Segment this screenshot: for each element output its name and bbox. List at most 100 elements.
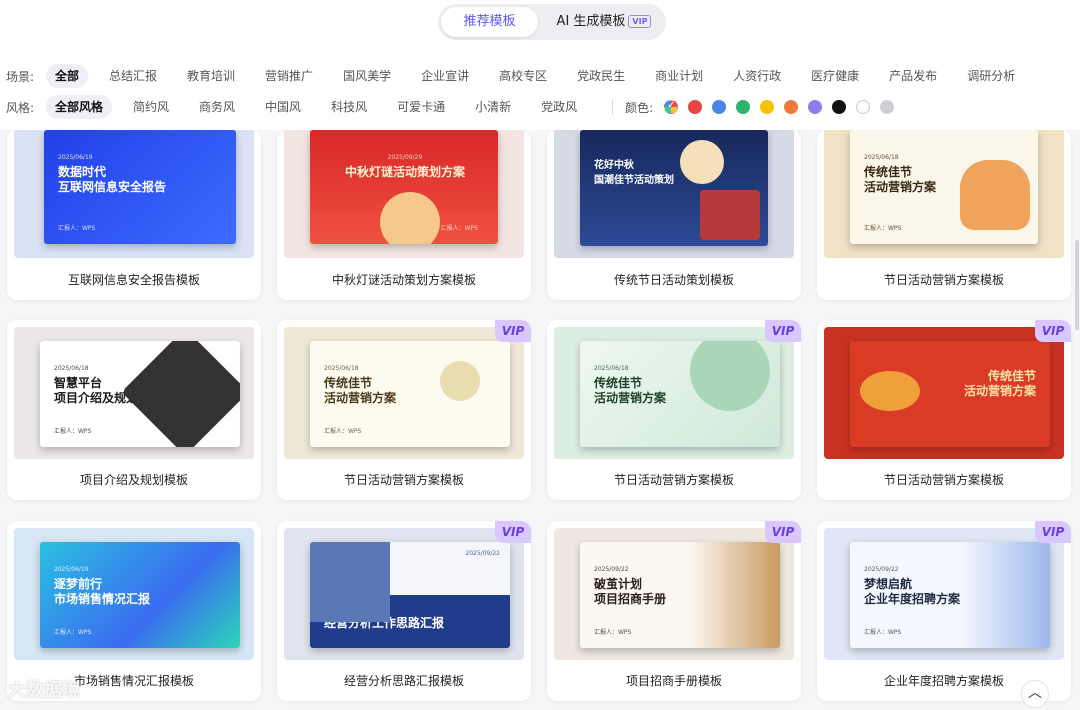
template-card[interactable]: 花好中秋 国潮佳节活动策划 传统节日活动策划模板 [547,130,801,300]
template-card[interactable]: 2025/06/19 数据时代 互联网信息安全报告 汇报人：WPS 互联网信息安… [7,130,261,300]
scene-chip[interactable]: 教育培训 [178,64,244,88]
color-swatch-black[interactable] [832,100,847,114]
template-title: 经营分析思路汇报模板 [343,674,464,688]
scene-chip[interactable]: 医疗健康 [802,64,868,88]
template-title: 项目招商手册模板 [625,674,722,688]
template-type-switch: 推荐模板 AI 生成模板 VIP [438,4,666,40]
slide-title: 数据时代 互联网信息安全报告 [58,165,167,194]
style-chip[interactable]: 小清新 [466,95,520,119]
slide-presenter: 汇报人：WPS [324,428,362,435]
tab-ai-generate[interactable]: AI 生成模板 VIP [546,7,662,37]
template-title: 互联网信息安全报告模板 [67,273,200,287]
template-card[interactable]: 2025/06/18 传统佳节 活动营销方案 汇报人：WPS 节日活动营销方案模… [817,130,1071,300]
style-chip[interactable]: 中国风 [256,95,310,119]
scene-chip[interactable]: 高校专区 [490,64,556,88]
scroll-to-top-button[interactable]: ︿ [1021,680,1049,708]
slide-presenter: 汇报人：WPS [594,629,632,636]
style-label: 风格: [6,100,35,115]
template-title: 节日活动营销方案模板 [883,473,1004,487]
bamboo-illustration [440,361,480,401]
style-chip[interactable]: 可爱卡通 [388,95,454,119]
scene-chip[interactable]: 总结汇报 [100,64,166,88]
page-scrollbar[interactable] [1075,240,1079,330]
scene-chip[interactable]: 企业宣讲 [412,64,478,88]
moon-illustration [680,140,724,184]
template-card[interactable]: 2025/09/22 经营分析工作思路汇报 VIP 经营分析思路汇报模板 [277,521,531,701]
divider [612,99,614,115]
vip-badge: VIP [495,521,531,543]
template-title: 节日活动营销方案模板 [883,273,1004,287]
template-card[interactable]: 2025/06/18 传统佳节 活动营销方案 VIP 节日活动营销方案模板 [547,320,801,500]
vip-badge: VIP [765,320,801,342]
template-card[interactable]: 2025/06/18 传统佳节 活动营销方案 汇报人：WPS VIP 节日活动营… [277,320,531,500]
slide-presenter: 汇报人：WPS [440,225,478,232]
template-title: 项目介绍及规划模板 [79,473,188,487]
color-all-swatch[interactable] [664,100,679,114]
template-thumbnail: 2025/06/19 数据时代 互联网信息安全报告 汇报人：WPS [14,130,254,258]
slide-presenter: 汇报人：WPS [54,629,92,636]
template-thumbnail: 2025/09/29 中秋灯谜活动策划方案 汇报人：WPS [284,130,524,258]
slide-presenter: 汇报人：WPS [864,225,902,232]
template-thumbnail: 2025/09/22 破茧计划 项目招商手册 汇报人：WPS [554,528,794,660]
slide-title: 逐梦前行 市场销售情况汇报 [54,577,151,606]
template-card[interactable]: 2025/06/19 逐梦前行 市场销售情况汇报 汇报人：WPS 市场销售情况汇… [7,521,261,701]
template-thumbnail: 2025/06/18 智慧平台 项目介绍及规划 汇报人：WPS [14,327,254,459]
slide-presenter: 汇报人：WPS [864,629,902,636]
tab-recommended[interactable]: 推荐模板 [441,7,538,37]
style-chip[interactable]: 简约风 [124,95,178,119]
slide-date: 2025/09/22 [594,566,629,573]
slide-title: 破茧计划 项目招商手册 [594,577,667,606]
template-title: 节日活动营销方案模板 [343,473,464,487]
scene-chip[interactable]: 产品发布 [880,64,946,88]
template-thumbnail: 2025/06/18 传统佳节 活动营销方案 [554,327,794,459]
handshake-image [121,341,240,447]
template-thumbnail: 2025/06/18 传统佳节 活动营销方案 汇报人：WPS [284,327,524,459]
building-image [310,542,390,622]
slide-date: 2025/06/19 [58,154,93,161]
template-thumbnail: 传统佳节 活动营销方案 [824,327,1064,459]
slide-title: 梦想启航 企业年度招聘方案 [864,577,961,606]
slide-date: 2025/06/19 [54,566,89,573]
template-title: 传统节日活动策划模板 [613,273,734,287]
scene-chip[interactable]: 营销推广 [256,64,322,88]
style-chip[interactable]: 商务风 [190,95,244,119]
template-thumbnail: 2025/06/18 传统佳节 活动营销方案 汇报人：WPS [824,130,1064,258]
style-chip[interactable]: 科技风 [322,95,376,119]
vip-badge: VIP [1035,320,1071,342]
scene-chip[interactable]: 人资行政 [724,64,790,88]
template-card[interactable]: 2025/06/18 智慧平台 项目介绍及规划 汇报人：WPS 项目介绍及规划模… [7,320,261,500]
slide-presenter: 汇报人：WPS [58,225,96,232]
chevron-up-icon: ︿ [1028,685,1042,701]
moon-illustration [380,192,440,244]
color-swatch-orange[interactable] [784,100,799,114]
template-card[interactable]: 2025/09/22 破茧计划 项目招商手册 汇报人：WPS VIP 项目招商手… [547,521,801,701]
slide-title: 中秋灯谜活动策划方案 [344,165,465,179]
color-swatch-white[interactable] [856,100,871,114]
template-thumbnail: 花好中秋 国潮佳节活动策划 [554,130,794,258]
scene-chip[interactable]: 调研分析 [958,64,1024,88]
style-chip[interactable]: 全部风格 [46,95,113,119]
scene-chip[interactable]: 国风美学 [334,64,400,88]
color-swatch-gray[interactable] [880,100,895,114]
color-swatch-green[interactable] [736,100,751,114]
template-thumbnail: 2025/09/22 梦想启航 企业年度招聘方案 汇报人：WPS [824,528,1064,660]
slide-presenter: 汇报人：WPS [54,428,92,435]
slide-date: 2025/09/22 [465,550,500,557]
template-card[interactable]: 传统佳节 活动营销方案 VIP 节日活动营销方案模板 [817,320,1071,500]
vip-badge: VIP [495,320,531,342]
template-title: 中秋灯谜活动策划方案模板 [331,273,476,287]
template-card[interactable]: 2025/09/29 中秋灯谜活动策划方案 汇报人：WPS 中秋灯谜活动策划方案… [277,130,531,300]
color-swatch-red[interactable] [688,100,703,114]
template-card[interactable]: 2025/09/22 梦想启航 企业年度招聘方案 汇报人：WPS VIP 企业年… [817,521,1071,701]
top-bar: 推荐模板 AI 生成模板 VIP [0,0,1080,52]
tab-ai-label: AI 生成模板 [556,14,626,29]
slide-date: 2025/09/29 [387,154,423,161]
scene-chip[interactable]: 商业计划 [646,64,712,88]
style-chip[interactable]: 党政风 [532,95,586,119]
color-swatch-yellow[interactable] [760,100,775,114]
scene-chip[interactable]: 全部 [46,64,89,88]
color-swatch-blue[interactable] [712,100,727,114]
template-grid: 2025/06/19 数据时代 互联网信息安全报告 汇报人：WPS 互联网信息安… [0,130,1080,710]
color-swatch-purple[interactable] [808,100,823,114]
scene-chip[interactable]: 党政民生 [568,64,634,88]
